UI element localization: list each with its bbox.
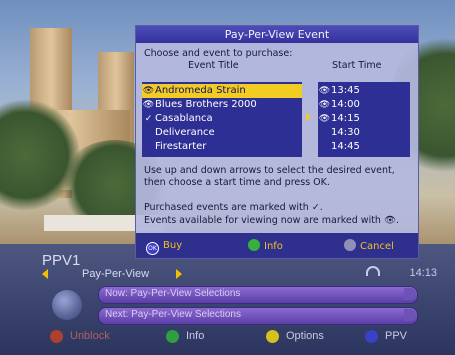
next-channel-arrow-icon[interactable]	[176, 269, 182, 279]
channel-infobar: PPV1 Pay-Per-View 14:13 Now: Pay-Per-Vie…	[0, 244, 455, 355]
next-program-label: Next: Pay-Per-View Selections	[105, 309, 241, 320]
dialog-title: Pay-Per-View Event	[136, 26, 418, 43]
start-time-header: Start Time	[332, 60, 382, 71]
eye-icon: 👁	[318, 114, 331, 124]
eye-icon: 👁	[318, 86, 331, 96]
event-list[interactable]: 👁Andromeda Strain 👁Blues Brothers 2000 ✓…	[142, 82, 302, 157]
cancel-button[interactable]: Cancel	[344, 239, 394, 253]
event-row[interactable]: 👁Blues Brothers 2000	[142, 98, 302, 112]
progress-end-cap	[404, 288, 416, 300]
start-time-list[interactable]: 👁13:45 👁14:00 👁14:15 14:30 14:45	[318, 82, 410, 157]
cancel-label: Cancel	[360, 241, 394, 252]
time-row[interactable]: 14:30	[318, 126, 410, 140]
clock: 14:13	[409, 267, 437, 279]
time-row[interactable]: 👁13:45	[318, 84, 410, 98]
ppv-event-dialog: Pay-Per-View Event Choose and event to p…	[135, 25, 419, 259]
unblock-key-label[interactable]: Unblock	[70, 330, 110, 342]
progress-end-cap	[404, 309, 416, 321]
event-title: Deliverance	[155, 127, 215, 138]
red-key-icon[interactable]	[50, 330, 63, 343]
start-time: 13:45	[331, 85, 360, 96]
buy-label: Buy	[163, 240, 183, 251]
eye-icon: 👁	[318, 100, 331, 110]
info-label: Info	[264, 241, 283, 252]
now-program-bar: Now: Pay-Per-View Selections	[98, 286, 418, 304]
ppv-key-label[interactable]: PPV	[385, 330, 407, 342]
back-key-icon	[344, 239, 356, 251]
event-title: Blues Brothers 2000	[155, 99, 257, 110]
time-row[interactable]: 14:45	[318, 140, 410, 154]
time-row[interactable]: 👁14:00	[318, 98, 410, 112]
event-title-header: Event Title	[188, 60, 239, 71]
headphones-icon	[366, 266, 380, 276]
ok-key-icon: OK	[146, 242, 159, 255]
green-key-icon[interactable]	[166, 330, 179, 343]
eye-icon: 👁	[142, 100, 155, 110]
globe-icon	[52, 290, 82, 320]
start-time: 14:45	[331, 141, 360, 152]
event-row[interactable]: 👁Andromeda Strain	[142, 84, 302, 98]
buy-button[interactable]: OK Buy	[146, 239, 183, 255]
event-row[interactable]: ✓ Casablanca	[142, 112, 302, 126]
dialog-prompt: Choose and event to purchase:	[144, 48, 293, 59]
list-focus-arrow-icon	[306, 113, 311, 121]
legend-available: Events available for viewing now are mar…	[144, 215, 400, 226]
instruction-line-1: Use up and down arrows to select the des…	[144, 165, 395, 176]
yellow-key-icon[interactable]	[266, 330, 279, 343]
time-row[interactable]: 👁14:15	[318, 112, 410, 126]
options-key-label[interactable]: Options	[286, 330, 324, 342]
event-title: Casablanca	[155, 113, 213, 124]
event-row[interactable]: Deliverance	[142, 126, 302, 140]
start-time: 14:00	[331, 99, 360, 110]
check-icon: ✓	[144, 114, 153, 124]
event-title: Firestarter	[155, 141, 207, 152]
dialog-button-bar: OK Buy Info Cancel	[136, 233, 418, 258]
start-time: 14:15	[331, 113, 360, 124]
instruction-line-2: then choose a start time and press OK.	[144, 177, 330, 188]
event-row[interactable]: Firestarter	[142, 140, 302, 154]
now-program-label: Now: Pay-Per-View Selections	[105, 288, 241, 299]
blue-key-icon[interactable]	[365, 330, 378, 343]
start-time: 14:30	[331, 127, 360, 138]
info-key-label[interactable]: Info	[186, 330, 204, 342]
legend-purchased: Purchased events are marked with ✓.	[144, 202, 323, 213]
eye-icon: 👁	[142, 86, 155, 96]
green-key-icon	[248, 239, 260, 251]
previous-channel-arrow-icon[interactable]	[42, 269, 48, 279]
info-button[interactable]: Info	[248, 239, 283, 253]
next-program-bar: Next: Pay-Per-View Selections	[98, 307, 418, 325]
event-title: Andromeda Strain	[155, 85, 246, 96]
channel-name: PPV1	[42, 252, 81, 269]
service-name: Pay-Per-View	[82, 268, 150, 280]
